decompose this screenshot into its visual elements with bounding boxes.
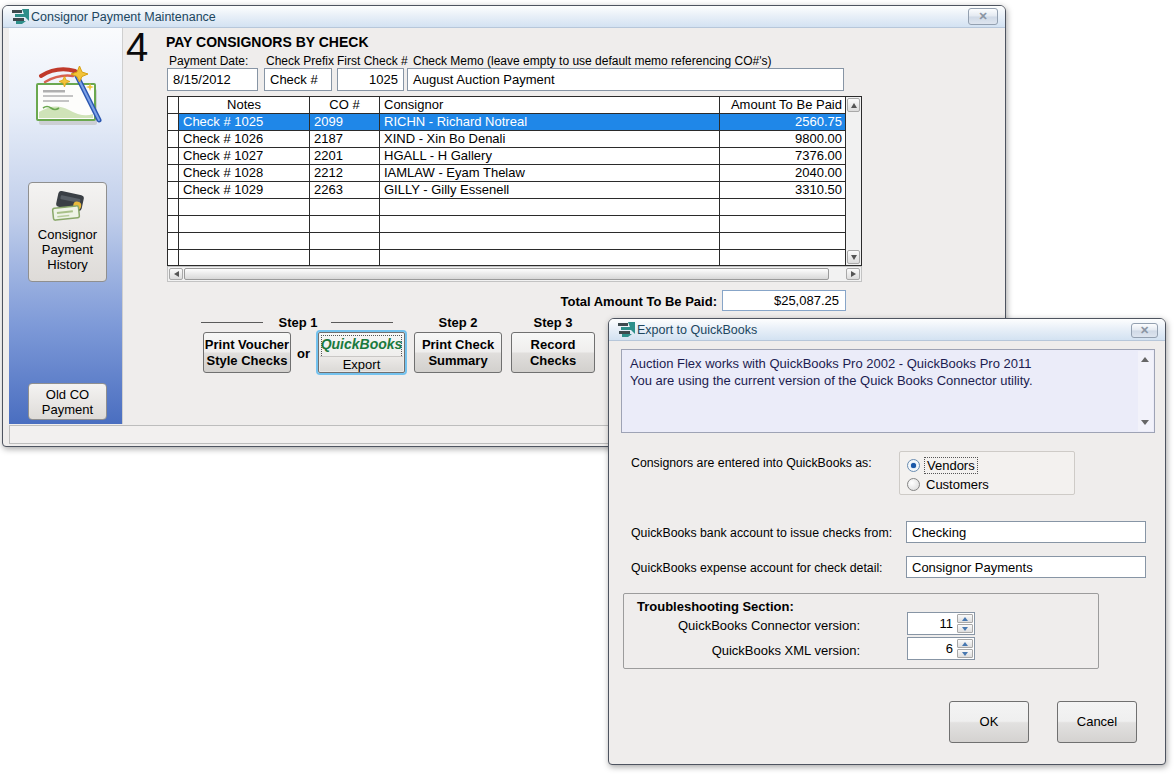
table-row-empty[interactable] (168, 233, 861, 250)
step3-label: Step 3 (511, 315, 595, 330)
close-icon: ✕ (1132, 324, 1157, 337)
step-number: 4 (126, 28, 148, 66)
first-check-input[interactable]: 1025 (337, 68, 404, 91)
expense-account-input[interactable]: Consignor Payments (906, 556, 1146, 578)
check-wand-image (31, 64, 107, 130)
print-check-summary-button[interactable]: Print Check Summary (414, 332, 502, 373)
spin-up-button[interactable] (957, 639, 973, 648)
record-checks-button[interactable]: Record Checks (511, 332, 595, 373)
table-header-row: Notes CO # Consignor Amount To Be Paid (168, 97, 861, 114)
header-co[interactable]: CO # (310, 97, 380, 113)
header-amount[interactable]: Amount To Be Paid (720, 97, 846, 113)
or-label: or (297, 346, 310, 361)
check-memo-label: Check Memo (leave empty to use default m… (413, 54, 771, 68)
spin-up-button[interactable] (957, 614, 973, 623)
checkbook-icon (51, 191, 87, 223)
table-row[interactable]: Check # 1027 2201 HGALL - H Gallery 7376… (168, 148, 861, 165)
dialog-titlebar[interactable]: Export to QuickBooks ✕ (609, 319, 1165, 341)
spin-down-button[interactable] (957, 624, 973, 633)
header-consignor[interactable]: Consignor (380, 97, 720, 113)
quickbooks-export-button[interactable]: QuickBooks Export (316, 330, 407, 375)
scroll-up-button[interactable] (847, 98, 860, 112)
customers-radio-row[interactable]: Customers (907, 477, 991, 492)
customers-label: Customers (924, 477, 991, 492)
total-amount-value: $25,087.25 (722, 290, 846, 311)
main-window-title: Consignor Payment Maintenance (31, 10, 216, 24)
memo-scroll-up[interactable] (1141, 357, 1149, 362)
close-icon: ✕ (969, 10, 997, 23)
table-row-empty[interactable] (168, 216, 861, 233)
header-notes[interactable]: Notes (179, 97, 310, 113)
customers-radio[interactable] (907, 478, 920, 491)
payment-date-label: Payment Date: (169, 54, 248, 68)
old-co-payment-label: Old CO Payment (42, 387, 93, 417)
troubleshooting-title: Troubleshooting Section: (637, 599, 794, 614)
expense-account-label: QuickBooks expense account for check det… (631, 561, 883, 575)
check-memo-input[interactable]: August Auction Payment (407, 68, 844, 91)
print-voucher-button[interactable]: Print Voucher Style Checks (203, 332, 291, 373)
xml-version-spinner[interactable]: 6 (907, 637, 975, 660)
table-row[interactable]: Check # 1026 2187 XIND - Xin Bo Denali 9… (168, 131, 861, 148)
step1-label: Step 1 (253, 315, 343, 330)
payment-date-input[interactable]: 8/15/2012 (167, 68, 258, 91)
consignor-table: Notes CO # Consignor Amount To Be Paid C… (167, 96, 862, 282)
vendors-radio[interactable] (907, 459, 920, 472)
export-word: Export (320, 356, 403, 371)
page-title: PAY CONSIGNORS BY CHECK (166, 34, 369, 50)
scroll-left-button[interactable] (169, 268, 183, 280)
step1-line-right (331, 322, 393, 323)
old-co-payment-button[interactable]: Old CO Payment (28, 383, 107, 420)
vendors-radio-row[interactable]: Vendors (907, 458, 978, 473)
scroll-down-button[interactable] (847, 250, 860, 264)
dialog-icon (618, 322, 635, 338)
total-amount-label: Total Amount To Be Paid: (423, 294, 717, 309)
main-titlebar[interactable]: Consignor Payment Maintenance ✕ (3, 6, 1005, 28)
consignor-type-group: Vendors Customers (899, 451, 1075, 495)
check-prefix-label: Check Prefix (266, 54, 334, 68)
first-check-label: First Check # (337, 54, 408, 68)
bank-account-label: QuickBooks bank account to issue checks … (631, 526, 892, 540)
scroll-thumb[interactable] (184, 268, 829, 280)
scroll-right-button[interactable] (846, 268, 860, 280)
consignor-payment-history-button[interactable]: Consignor Payment History (28, 182, 107, 282)
app-icon (12, 9, 29, 25)
header-indicator (168, 97, 179, 113)
sidebar: Consignor Payment History Old CO Payment (9, 28, 123, 424)
step2-label: Step 2 (414, 315, 502, 330)
cancel-button[interactable]: Cancel (1057, 701, 1137, 743)
table-row[interactable]: Check # 1029 2263 GILLY - Gilly Essenell… (168, 182, 861, 199)
check-prefix-input[interactable]: Check # (264, 68, 332, 91)
troubleshooting-section: Troubleshooting Section: QuickBooks Conn… (623, 593, 1099, 669)
xml-version-label: QuickBooks XML version: (634, 643, 860, 658)
table-row[interactable]: Check # 1025 2099 RICHN - Richard Notrea… (168, 114, 861, 131)
dialog-close-button[interactable]: ✕ (1131, 323, 1158, 338)
quickbooks-word: QuickBooks (319, 336, 404, 352)
consignor-payment-history-label: Consignor Payment History (38, 227, 97, 272)
table-row[interactable]: Check # 1028 2212 IAMLAW - Eyam Thelaw 2… (168, 165, 861, 182)
connector-version-spinner[interactable]: 11 (907, 612, 975, 635)
memo-scroll-down[interactable] (1141, 420, 1149, 425)
consignors-entered-label: Consignors are entered into QuickBooks a… (631, 456, 872, 470)
export-dialog: Export to QuickBooks ✕ Auction Flex work… (608, 318, 1166, 765)
vertical-scrollbar[interactable] (845, 97, 861, 265)
spin-down-button[interactable] (957, 649, 973, 658)
horizontal-scrollbar[interactable] (167, 266, 862, 282)
dialog-title: Export to QuickBooks (637, 323, 757, 337)
connector-version-label: QuickBooks Connector version: (634, 618, 860, 633)
ok-button[interactable]: OK (949, 701, 1029, 743)
vendors-label: Vendors (924, 457, 978, 474)
quickbooks-info-text: Auction Flex works with QuickBooks Pro 2… (621, 349, 1155, 433)
bank-account-input[interactable]: Checking (906, 521, 1146, 543)
table-row-empty[interactable] (168, 199, 861, 216)
memo-scrollbar[interactable] (1138, 351, 1153, 431)
table-row-empty[interactable] (168, 250, 861, 267)
main-close-button[interactable]: ✕ (968, 8, 998, 25)
